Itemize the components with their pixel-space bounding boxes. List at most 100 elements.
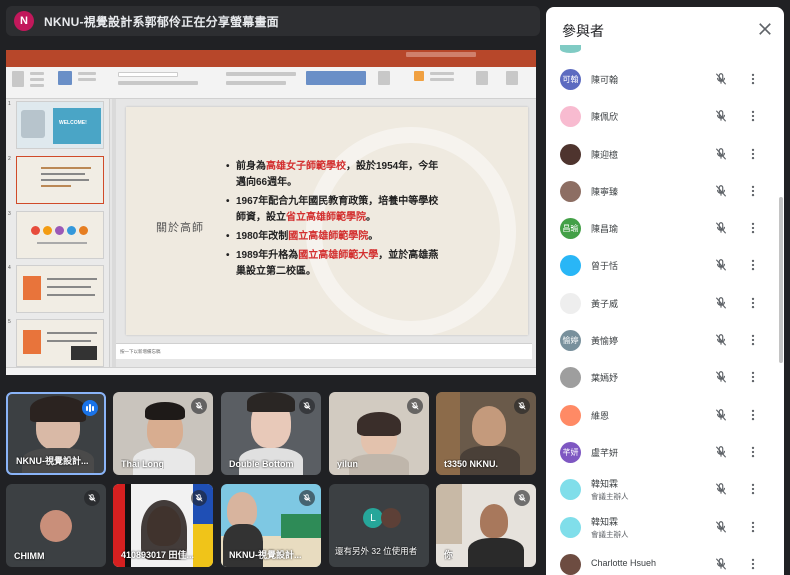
mic-off-icon bbox=[299, 398, 315, 414]
more-options-icon[interactable] bbox=[749, 408, 757, 422]
slide-thumb-2[interactable] bbox=[16, 156, 104, 204]
mic-off-icon[interactable] bbox=[714, 221, 728, 235]
slide-canvas[interactable]: 關於高師 前身為高雄女子師範學校，設於1954年，今年邁向66週年。 1967年… bbox=[126, 107, 528, 335]
video-tile[interactable]: yilun bbox=[329, 392, 429, 475]
more-participants-tile[interactable]: L 還有另外 32 位使用者 bbox=[329, 484, 429, 567]
mic-off-icon[interactable] bbox=[714, 370, 728, 384]
participant-avatar bbox=[560, 292, 581, 314]
participant-row[interactable]: Charlotte Hsueh bbox=[546, 546, 776, 575]
slide-thumb-3[interactable] bbox=[16, 211, 104, 259]
video-tile[interactable]: CHIMM bbox=[6, 484, 106, 567]
more-options-icon[interactable] bbox=[749, 221, 757, 235]
mic-off-icon[interactable] bbox=[714, 520, 728, 534]
participant-row[interactable]: 曾于恬 bbox=[546, 247, 776, 284]
mic-off-icon[interactable] bbox=[714, 482, 728, 496]
mic-off-icon bbox=[299, 490, 315, 506]
tile-name: 410893017 田佳... bbox=[121, 550, 195, 560]
participant-row[interactable]: 昌瑜 陳昌瑜 bbox=[546, 210, 776, 247]
mic-off-icon[interactable] bbox=[714, 147, 728, 161]
participants-panel: 參與者 可翰 陳可翰 陳佩欣 陳迎檍 陳寧臻 昌瑜 陳昌瑜 曾于恬 黃子威 愉婷 黃愉婷 葉嫣妤 維恩芊… bbox=[546, 7, 784, 575]
more-options-icon[interactable] bbox=[749, 557, 757, 571]
mic-off-icon[interactable] bbox=[714, 557, 728, 571]
slide-left-title: 關於高師 bbox=[156, 222, 204, 234]
more-options-icon[interactable] bbox=[749, 147, 757, 161]
presenting-text: NKNU-視覺設計系郭郁伶正在分享螢幕畫面 bbox=[44, 14, 279, 29]
tile-name: t3350 NKNU. bbox=[444, 459, 499, 469]
more-options-icon[interactable] bbox=[749, 184, 757, 198]
presenter-avatar: N bbox=[14, 11, 34, 31]
participant-name: 葉嫣妤 bbox=[591, 373, 619, 384]
participant-role: 會議主辦人 bbox=[591, 492, 629, 502]
video-tile[interactable]: Thai Long bbox=[113, 392, 213, 475]
panel-scrollbar[interactable] bbox=[779, 197, 783, 363]
mic-off-icon[interactable] bbox=[714, 109, 728, 123]
more-options-icon[interactable] bbox=[749, 333, 757, 347]
participant-row[interactable]: 韓知霖 會議主辦人 bbox=[546, 471, 776, 508]
slide-bullet-3: 1980年改制國立高雄師範學院。 bbox=[226, 229, 446, 245]
tile-name: NKNU-視覺設計... bbox=[16, 456, 89, 466]
ppt-ribbon-tabs bbox=[6, 59, 536, 67]
participant-name: 曾于恬 bbox=[591, 261, 619, 272]
ppt-ribbon bbox=[6, 67, 536, 99]
tile-name: yilun bbox=[337, 459, 359, 469]
notes-pane[interactable]: 按一下以新增備忘稿 bbox=[116, 343, 532, 359]
mic-off-icon bbox=[191, 490, 207, 506]
slide-thumb-5[interactable] bbox=[16, 319, 104, 367]
participant-row[interactable]: 陳寧臻 bbox=[546, 173, 776, 210]
more-options-icon[interactable] bbox=[749, 296, 757, 310]
slide-thumbnails[interactable]: 1 WELCOME! 2 3 4 5 bbox=[6, 99, 110, 367]
participant-name: 陳可翰 bbox=[591, 75, 619, 85]
more-options-icon[interactable] bbox=[749, 109, 757, 123]
tile-name: Thai Long bbox=[121, 459, 164, 469]
ppt-title-bar bbox=[6, 50, 536, 59]
mic-off-icon[interactable] bbox=[714, 72, 728, 86]
mic-off-icon[interactable] bbox=[714, 333, 728, 347]
participant-avatar: 芊妍 bbox=[560, 441, 581, 463]
participant-row[interactable]: 維恩 bbox=[546, 397, 776, 434]
mic-off-icon bbox=[407, 398, 423, 414]
avatar bbox=[381, 508, 401, 528]
participant-row[interactable]: 韓知霖 會議主辦人 bbox=[546, 509, 776, 546]
more-options-icon[interactable] bbox=[749, 370, 757, 384]
shared-screen[interactable]: 1 WELCOME! 2 3 4 5 關於高師 • 前身為高雄女子師範學校，設於… bbox=[6, 50, 536, 375]
mic-off-icon[interactable] bbox=[714, 258, 728, 272]
more-options-icon[interactable] bbox=[749, 445, 757, 459]
more-options-icon[interactable] bbox=[749, 72, 757, 86]
tile-name: CHIMM bbox=[14, 551, 45, 561]
more-options-icon[interactable] bbox=[749, 258, 757, 272]
more-options-icon[interactable] bbox=[749, 520, 757, 534]
video-tile[interactable]: NKNU-視覺設計... bbox=[6, 392, 106, 475]
video-tile[interactable]: t3350 NKNU. bbox=[436, 392, 536, 475]
tile-name: NKNU-視覺設計... bbox=[229, 550, 302, 560]
slide-thumb-1[interactable]: WELCOME! bbox=[16, 101, 104, 149]
close-icon[interactable] bbox=[756, 20, 774, 38]
tile-name: Double Bottom bbox=[229, 459, 294, 469]
participant-row[interactable]: 黃子威 bbox=[546, 285, 776, 322]
participant-avatar: 可翰 bbox=[560, 69, 581, 90]
participant-row[interactable]: 陳佩欣 bbox=[546, 98, 776, 135]
video-tile[interactable]: Double Bottom bbox=[221, 392, 321, 475]
mic-off-icon bbox=[514, 398, 530, 414]
participant-avatar bbox=[560, 404, 581, 426]
participant-row[interactable]: 陳迎檍 bbox=[546, 136, 776, 173]
video-tile[interactable]: NKNU-視覺設計... bbox=[221, 484, 321, 567]
ppt-workspace: 1 WELCOME! 2 3 4 5 關於高師 • 前身為高雄女子師範學校，設於… bbox=[6, 99, 536, 367]
thumbnail-scrollbar[interactable] bbox=[112, 99, 116, 367]
more-options-icon[interactable] bbox=[749, 482, 757, 496]
slide-thumb-4[interactable] bbox=[16, 265, 104, 313]
participant-row[interactable]: 葉嫣妤 bbox=[546, 359, 776, 396]
mic-off-icon[interactable] bbox=[714, 296, 728, 310]
participant-list[interactable]: 可翰 陳可翰 陳佩欣 陳迎檍 陳寧臻 昌瑜 陳昌瑜 曾于恬 黃子威 愉婷 黃愉婷 葉嫣妤 維恩 芊妍 盧芊妍… bbox=[546, 61, 776, 575]
participant-row[interactable]: 愉婷 黃愉婷 bbox=[546, 322, 776, 359]
mic-off-icon[interactable] bbox=[714, 184, 728, 198]
participant-row[interactable]: 可翰 陳可翰 bbox=[546, 61, 776, 98]
participant-row[interactable]: 芊妍 盧芊妍 bbox=[546, 434, 776, 471]
participant-name: 陳迎檍 bbox=[591, 149, 619, 160]
participant-avatar bbox=[560, 516, 581, 538]
self-video-tile[interactable]: 你 bbox=[436, 484, 536, 567]
video-tile[interactable]: 410893017 田佳... bbox=[113, 484, 213, 567]
mic-off-icon[interactable] bbox=[714, 408, 728, 422]
participant-role: 會議主辦人 bbox=[591, 529, 629, 539]
participant-avatar bbox=[560, 367, 581, 389]
mic-off-icon[interactable] bbox=[714, 445, 728, 459]
